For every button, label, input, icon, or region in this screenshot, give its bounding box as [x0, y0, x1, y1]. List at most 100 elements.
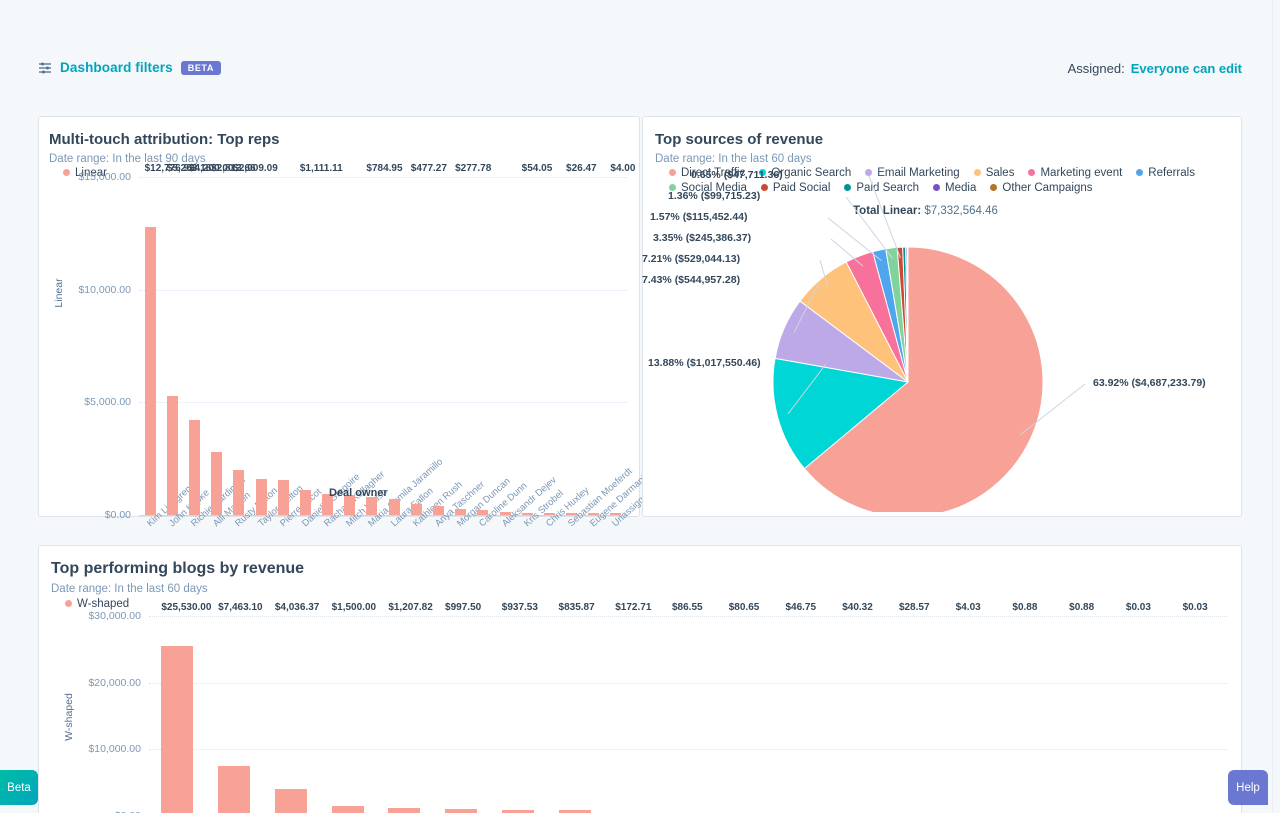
bar-value-label: $40.32: [842, 602, 873, 613]
bar-column[interactable]: Caroline Dunn: [477, 177, 488, 515]
bar[interactable]: $1,207.82: [388, 808, 420, 813]
bar[interactable]: [278, 480, 289, 515]
legend-color-dot: [63, 169, 70, 176]
y-axis-tick-label: $10,000.00: [78, 284, 131, 296]
bar-column[interactable]: $835.87: [559, 616, 591, 813]
bar-value-label: $0.03: [1126, 602, 1151, 613]
bar[interactable]: $2,813.66: [211, 452, 222, 515]
chart-legend: W-shaped: [65, 596, 143, 611]
pie-label-marketing-event: 3.35% ($245,386.37): [653, 232, 751, 244]
bar-column[interactable]: $1,111.11Danielle Gregoire: [300, 177, 311, 515]
bar[interactable]: $4,200.00: [189, 420, 200, 515]
bar-column[interactable]: $0.03: [1126, 616, 1158, 813]
bar-column[interactable]: $86.55: [672, 616, 704, 813]
card-title: Top performing blogs by revenue: [51, 560, 304, 578]
bar-column[interactable]: $4.03: [956, 616, 988, 813]
bar[interactable]: $12,776.92: [145, 227, 156, 515]
bar[interactable]: $4,036.37: [275, 789, 307, 813]
bar-column[interactable]: Chris Huxley: [544, 177, 555, 515]
card-top-sources-of-revenue: Top sources of revenue Date range: In th…: [642, 116, 1242, 517]
bar-column[interactable]: $2,813.66Alli Matson: [211, 177, 222, 515]
bar-value-label: $4.00: [610, 163, 635, 174]
bar-column[interactable]: $784.95Maria Camila Jaramillo: [366, 177, 377, 515]
bar-column[interactable]: $277.78Morgan Duncan: [455, 177, 466, 515]
legend-label: W-shaped: [77, 598, 129, 610]
bar-column[interactable]: $937.53: [502, 616, 534, 813]
bar-value-label: $835.87: [559, 602, 595, 613]
y-axis-tick-label: $15,000.00: [78, 171, 131, 183]
bar-value-label: $1,500.00: [332, 602, 377, 613]
pie-leader-line: [869, 176, 901, 258]
bar-column[interactable]: $1,207.82: [388, 616, 420, 813]
bar-column[interactable]: $0.03: [1183, 616, 1215, 813]
pie-leader-line: [846, 197, 893, 259]
bar-value-label: $937.53: [502, 602, 538, 613]
bar-column[interactable]: $172.71: [615, 616, 647, 813]
bar-column[interactable]: $28.57: [899, 616, 931, 813]
bar-value-label: $784.95: [366, 163, 402, 174]
bar[interactable]: $1,500.00: [332, 806, 364, 813]
bar[interactable]: [256, 479, 267, 515]
sliders-icon: [38, 61, 52, 75]
bar-value-label: $4.03: [956, 602, 981, 613]
bar-column[interactable]: $997.50: [445, 616, 477, 813]
y-axis-tick-label: $20,000.00: [88, 677, 141, 689]
bar-column[interactable]: Anya Taschner: [433, 177, 444, 515]
bar-value-label: $4,036.37: [275, 602, 320, 613]
y-axis-tick-label: $5,000.00: [84, 396, 131, 408]
bar-column[interactable]: $4,200.00Richie Cardinale: [189, 177, 200, 515]
card-top-performing-blogs: Top performing blogs by revenue Date ran…: [38, 545, 1242, 813]
bar-value-label: $0.03: [1183, 602, 1208, 613]
bar-column[interactable]: $7,463.10: [218, 616, 250, 813]
pie-label-email-marketing: 7.43% ($544,957.28): [642, 274, 740, 286]
bar-column[interactable]: Aleksandr Dejev: [500, 177, 511, 515]
bar[interactable]: $5,263.16: [167, 396, 178, 515]
bar-column[interactable]: $25,530.00: [161, 616, 193, 813]
bar-column[interactable]: $26.47Sebastian Moeferdt: [566, 177, 577, 515]
bar-column[interactable]: $54.05Kris Strobel: [522, 177, 533, 515]
bar-column[interactable]: $4.00Unassigned: [610, 177, 621, 515]
bar-column[interactable]: Eugene Darmanto: [588, 177, 599, 515]
bar[interactable]: $2,009.09: [233, 470, 244, 515]
bar-value-label: $7,463.10: [218, 602, 263, 613]
bar-column[interactable]: $80.65: [729, 616, 761, 813]
card-multi-touch-attribution: Multi-touch attribution: Top reps Date r…: [38, 116, 640, 517]
bar-column[interactable]: Pierre Escot: [278, 177, 289, 515]
legend-color-dot: [65, 600, 72, 607]
bar-chart-blogs: $0.00$10,000.00$20,000.00$30,000.00$25,5…: [149, 616, 1227, 813]
bar-column[interactable]: Mitch Walsh: [344, 177, 355, 515]
beta-badge: BETA: [181, 61, 221, 75]
bar-column[interactable]: $40.32: [842, 616, 874, 813]
help-button[interactable]: Help: [1228, 770, 1268, 805]
bar[interactable]: $997.50: [445, 809, 477, 813]
bar-column[interactable]: $1,500.00: [332, 616, 364, 813]
pie-label-social-media: 1.36% ($99,715.23): [668, 190, 760, 202]
bar-value-label: $477.27: [411, 163, 447, 174]
bar-column[interactable]: $0.88: [1069, 616, 1101, 813]
bar-column[interactable]: $5,263.16John Kopke: [167, 177, 178, 515]
dashboard-filters-button[interactable]: Dashboard filters BETA: [38, 60, 221, 75]
bar-value-label: $80.65: [729, 602, 760, 613]
beta-feedback-button[interactable]: Beta: [0, 770, 38, 805]
bar[interactable]: $7,463.10: [218, 766, 250, 813]
bar-value-label: $2,009.09: [233, 163, 278, 174]
y-axis-title: Linear: [53, 263, 65, 323]
bar-column[interactable]: $477.27Kathleen Rush: [411, 177, 422, 515]
legend-item-w-shaped[interactable]: W-shaped: [65, 596, 129, 611]
page-scrollbar-track[interactable]: [1272, 0, 1280, 813]
bar-column[interactable]: $0.88: [1012, 616, 1044, 813]
pie-label-referrals: 1.57% ($115,452.44): [650, 211, 748, 223]
bar[interactable]: $25,530.00: [161, 646, 193, 813]
bar-column[interactable]: $46.75: [785, 616, 817, 813]
pie-chart-sources: 63.92% ($4,687,233.79)13.88% ($1,017,550…: [708, 42, 1243, 512]
bar-column[interactable]: $2,009.09Rusty Pixton: [233, 177, 244, 515]
bar-column[interactable]: Rachael Kellagher: [322, 177, 333, 515]
card-title: Multi-touch attribution: Top reps: [49, 131, 280, 148]
pie-label-direct-traffic: 63.92% ($4,687,233.79): [1093, 377, 1206, 389]
bar-column[interactable]: $12,776.92Kim Lindgren: [145, 177, 156, 515]
bar-column[interactable]: Laura Fallon: [389, 177, 400, 515]
bar-value-label: $28.57: [899, 602, 930, 613]
pie-leader-line: [828, 218, 881, 261]
bar-column[interactable]: $4,036.37: [275, 616, 307, 813]
bar-column[interactable]: Taylor Melton: [256, 177, 267, 515]
